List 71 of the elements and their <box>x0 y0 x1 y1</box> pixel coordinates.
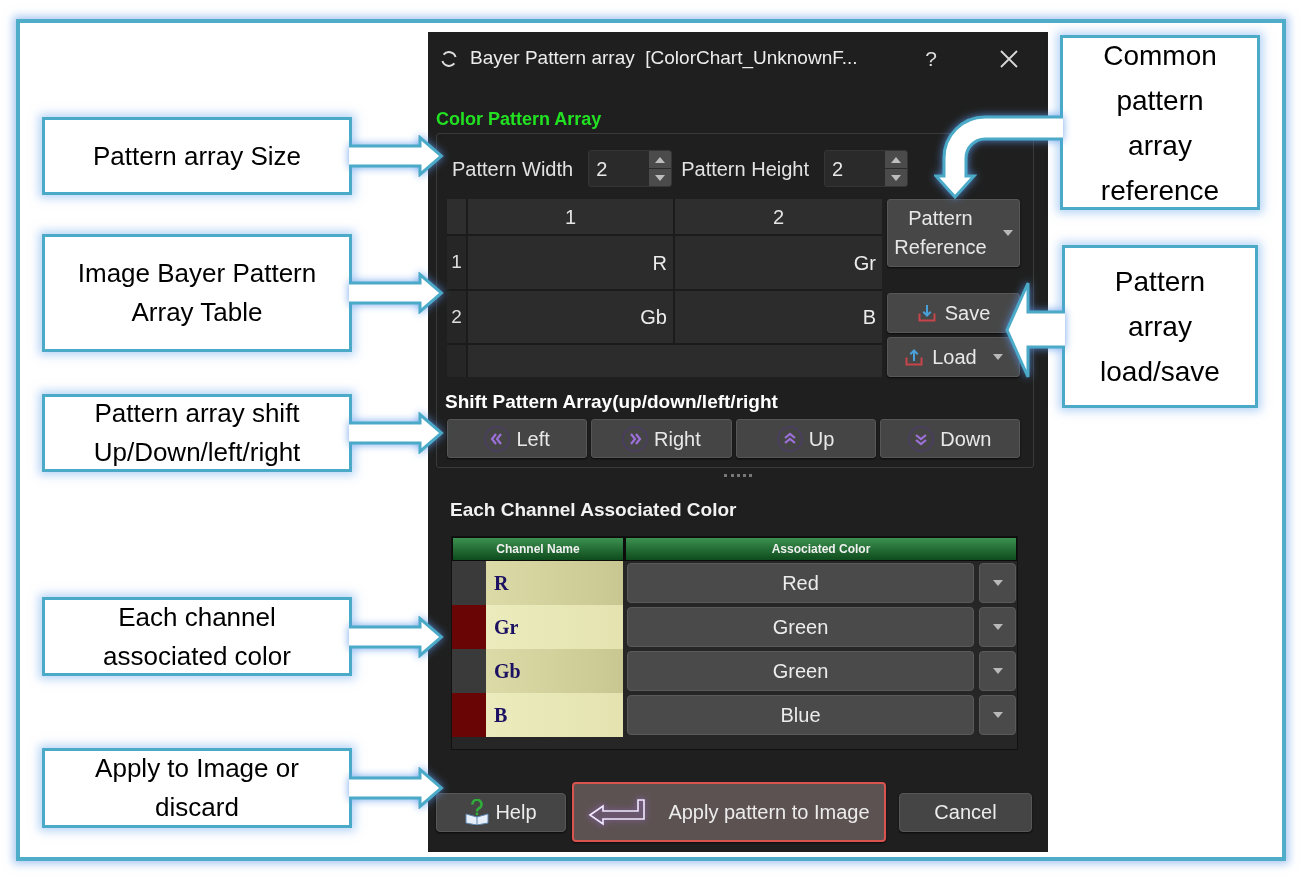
channel-name-cell[interactable]: R <box>486 561 623 605</box>
shift-button[interactable]: Right <box>591 419 732 458</box>
table-cell[interactable]: Gr <box>675 236 882 289</box>
caret-down-icon <box>891 174 902 181</box>
caret-up-icon <box>655 156 666 163</box>
column-header[interactable]: Channel Name <box>453 538 623 560</box>
color-combo[interactable]: Green <box>627 651 974 691</box>
field-label: Pattern Width <box>452 156 574 182</box>
callout-label: Common pattern array reference <box>1060 35 1260 210</box>
caret-down-icon <box>992 712 1003 718</box>
caret-up-icon <box>891 156 902 163</box>
dropdown-button[interactable] <box>979 651 1016 691</box>
callout-label: Each channel associated color <box>42 597 352 676</box>
help-button[interactable]: Help <box>436 792 566 832</box>
spin-down-button[interactable] <box>649 169 672 186</box>
row-header[interactable]: 2 <box>447 291 466 343</box>
column-header[interactable]: 1 <box>468 199 673 234</box>
callout-label: Pattern array shift Up/Down/left/right <box>42 394 352 472</box>
double-chevron-up-icon <box>776 425 803 452</box>
dropdown-button[interactable] <box>979 607 1016 647</box>
side-button[interactable]: Save <box>887 293 1020 333</box>
height-spinbox[interactable]: 2 <box>824 150 909 187</box>
callout-label: Pattern array Size <box>42 117 352 195</box>
side-button[interactable]: Pattern Reference <box>887 199 1020 267</box>
caret-down-icon <box>992 580 1003 586</box>
cancel-button[interactable]: Cancel <box>899 792 1032 832</box>
callout-label: Pattern array load/save <box>1062 245 1258 408</box>
double-chevron-right-icon <box>622 425 648 452</box>
tray-up-arrow-icon <box>904 347 925 367</box>
side-button[interactable]: Load <box>887 337 1020 377</box>
ring-icon <box>440 49 458 68</box>
section-title: Each Channel Associated Color <box>450 498 737 522</box>
shift-button[interactable]: Down <box>879 419 1020 458</box>
shift-button[interactable]: Left <box>447 419 588 458</box>
dropdown-button[interactable] <box>979 695 1016 735</box>
double-chevron-down-icon <box>908 425 935 452</box>
width-spinbox[interactable]: 2 <box>588 150 673 187</box>
return-arrow-icon <box>588 798 647 826</box>
help-button[interactable]: ? <box>911 42 951 75</box>
spin-up-button[interactable] <box>885 151 908 168</box>
color-combo[interactable]: Blue <box>627 695 974 735</box>
field-label: Pattern Height <box>681 156 810 182</box>
channel-name-cell[interactable]: B <box>486 693 623 737</box>
apply-button[interactable]: Apply pattern to Image <box>572 782 886 842</box>
close-icon <box>1000 49 1018 68</box>
table-cell[interactable]: B <box>675 291 882 343</box>
color-combo[interactable]: Green <box>627 607 974 647</box>
column-header[interactable]: 2 <box>675 199 882 234</box>
caret-down-icon <box>992 668 1003 674</box>
shift-title: Shift Pattern Array(up/down/left/right <box>445 391 778 413</box>
color-combo[interactable]: Red <box>627 563 974 603</box>
spin-up-button[interactable] <box>649 151 672 168</box>
help-book-icon <box>465 799 490 825</box>
section-title: Color Pattern Array <box>436 108 602 130</box>
table-cell[interactable]: Gb <box>468 291 673 343</box>
shift-button[interactable]: Up <box>735 419 876 458</box>
tray-down-arrow-icon <box>916 303 937 323</box>
column-header[interactable]: Associated Color <box>626 538 1016 560</box>
caret-down-icon <box>655 174 666 181</box>
window-title: Bayer Pattern array [ColorChart_UnknownF... <box>470 46 859 71</box>
splitter-handle[interactable] <box>724 473 752 477</box>
double-chevron-left-icon <box>484 425 511 452</box>
channel-name-cell[interactable]: Gr <box>486 605 623 649</box>
spin-down-button[interactable] <box>885 169 908 186</box>
table-cell[interactable]: R <box>468 236 673 289</box>
callout-label: Apply to Image or discard <box>42 748 352 828</box>
caret-down-icon <box>992 624 1003 630</box>
row-header[interactable]: 1 <box>447 236 466 289</box>
channel-name-cell[interactable]: Gb <box>486 649 623 693</box>
callout-label: Image Bayer Pattern Array Table <box>42 234 352 352</box>
dropdown-button[interactable] <box>979 563 1016 603</box>
